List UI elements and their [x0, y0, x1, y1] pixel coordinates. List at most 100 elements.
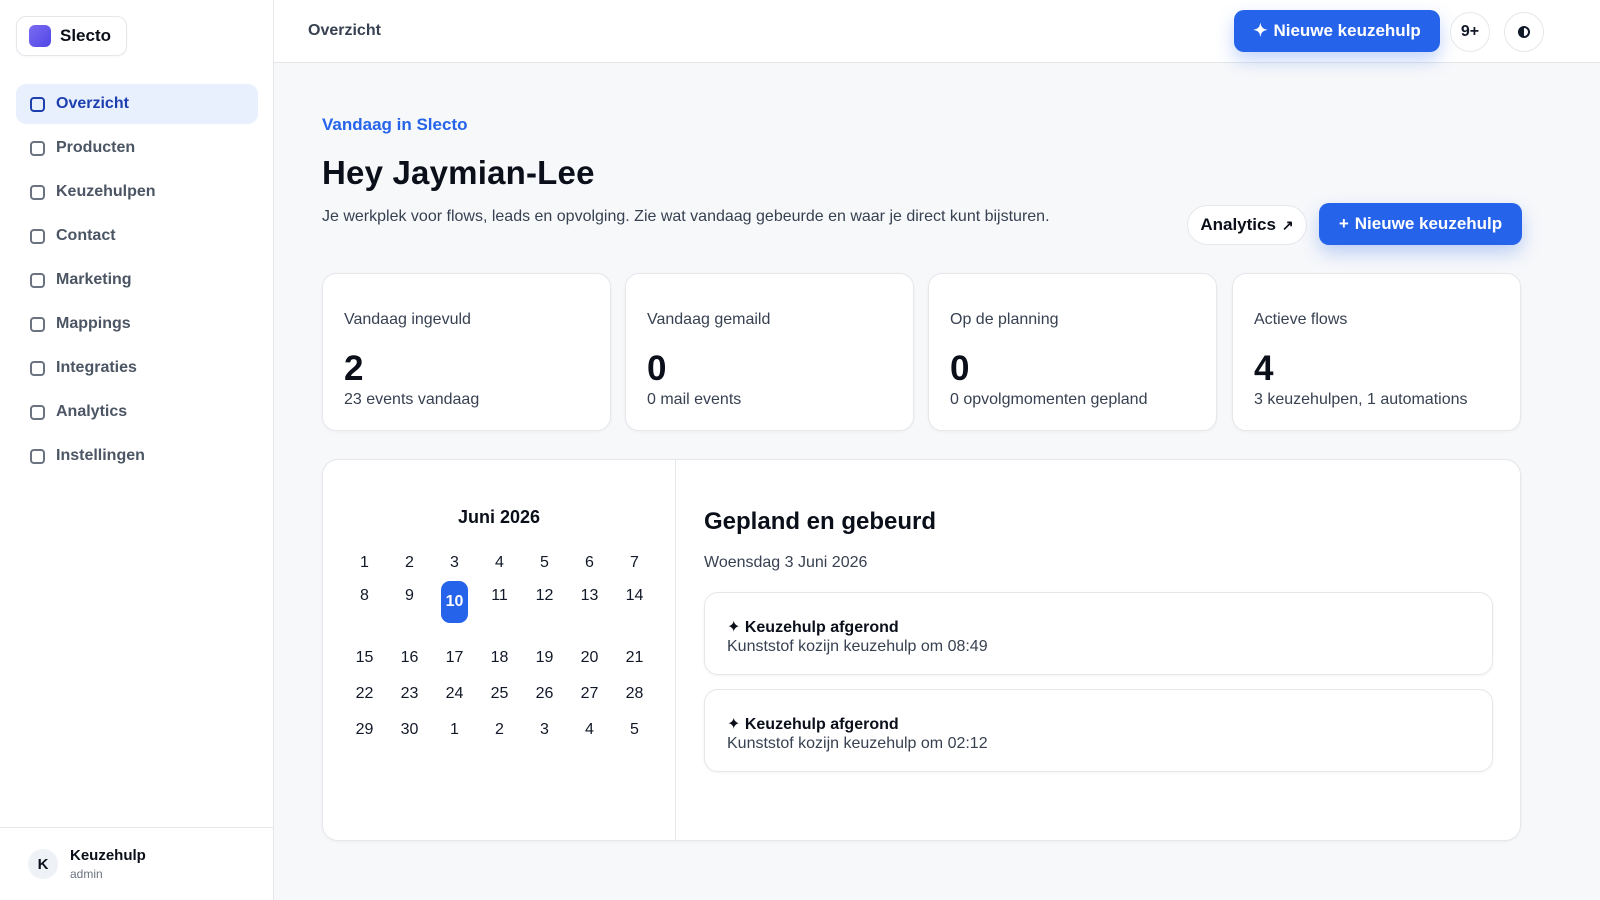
calendar-day[interactable]: 16 — [387, 649, 432, 667]
calendar-events-panel: Juni 2026 1 2 3 4 5 6 7 8 9 10 11 12 13 … — [322, 459, 1521, 841]
calendar-week: 29 30 1 2 3 4 5 — [342, 712, 657, 748]
stat-value: 0 — [950, 349, 970, 388]
calendar-month-title: Juni 2026 — [457, 507, 541, 527]
stat-label: Actieve flows — [1254, 311, 1348, 328]
calendar-day[interactable]: 19 — [522, 649, 567, 667]
stat-value: 0 — [647, 349, 667, 388]
sidebar-item-marketing[interactable]: Marketing — [16, 260, 258, 300]
calendar-day[interactable]: 17 — [432, 649, 477, 667]
calendar-day[interactable]: 24 — [432, 685, 477, 703]
calendar-day[interactable]: 21 — [612, 649, 657, 667]
analytics-button[interactable]: Analytics ↗ — [1187, 205, 1307, 245]
stat-subtext: 23 events vandaag — [344, 391, 480, 408]
calendar-day[interactable]: 13 — [567, 587, 612, 605]
square-icon — [30, 184, 45, 200]
sidebar-item-integraties[interactable]: Integraties — [16, 348, 258, 388]
sidebar-item-label: Instellingen — [56, 447, 145, 464]
sidebar-nav: Overzicht Producten Keuzehulpen Contact … — [16, 84, 258, 480]
intro-text: Je werkplek voor flows, leads en opvolgi… — [322, 208, 1050, 225]
calendar-day[interactable]: 15 — [342, 649, 387, 667]
sidebar-item-analytics[interactable]: Analytics — [16, 392, 258, 432]
sidebar-item-label: Integraties — [56, 359, 137, 376]
calendar-day[interactable]: 9 — [387, 587, 432, 605]
calendar-day[interactable]: 14 — [612, 587, 657, 605]
calendar-day[interactable]: 18 — [477, 649, 522, 667]
stat-label: Op de planning — [950, 311, 1059, 328]
hero-new-keuzehulp-button[interactable]: + Nieuwe keuzehulp — [1319, 203, 1522, 245]
calendar-day[interactable]: 28 — [612, 685, 657, 703]
calendar-day[interactable]: 27 — [567, 685, 612, 703]
calendar-day[interactable]: 25 — [477, 685, 522, 703]
calendar-day[interactable]: 3 — [432, 554, 477, 572]
user-name: Keuzehulp — [70, 847, 146, 864]
sidebar-item-label: Mappings — [56, 315, 131, 332]
stats-row: Vandaag ingevuld 2 23 events vandaag Van… — [322, 273, 1521, 431]
calendar-week: 15 16 17 18 19 20 21 — [342, 640, 657, 676]
sidebar-item-label: Producten — [56, 139, 136, 156]
stat-label: Vandaag ingevuld — [344, 311, 471, 328]
user-role: admin — [70, 867, 103, 881]
sidebar-item-contact[interactable]: Contact — [16, 216, 258, 256]
sidebar-item-overzicht[interactable]: Overzicht — [16, 84, 258, 124]
calendar-day[interactable]: 2 — [477, 721, 522, 739]
calendar-day[interactable]: 1 — [342, 554, 387, 572]
stat-value: 2 — [344, 349, 364, 388]
calendar-week: 22 23 24 25 26 27 28 — [342, 676, 657, 712]
event-card[interactable]: ✦ Keuzehulp afgerond Kunststof kozijn ke… — [704, 592, 1493, 675]
calendar-day[interactable]: 20 — [567, 649, 612, 667]
sidebar-item-instellingen[interactable]: Instellingen — [16, 436, 258, 476]
event-description: Kunststof kozijn keuzehulp om 08:49 — [727, 638, 988, 655]
event-title: ✦ Keuzehulp afgerond — [727, 619, 899, 636]
sparkle-icon: ✦ — [1253, 21, 1268, 40]
external-arrow-icon: ↗ — [1281, 216, 1294, 233]
stat-label: Vandaag gemaild — [647, 311, 771, 328]
stat-card-planning: Op de planning 0 0 opvolgmomenten geplan… — [928, 273, 1217, 431]
user-profile[interactable]: K Keuzehulp admin — [0, 827, 273, 900]
topbar: Overzicht ✦ Nieuwe keuzehulp 9+ — [274, 0, 1600, 63]
stat-subtext: 0 opvolgmomenten gepland — [950, 391, 1148, 408]
square-icon — [30, 448, 45, 464]
calendar-day-selected[interactable]: 10 — [441, 581, 468, 623]
greeting-heading: Hey Jaymian-Lee — [322, 154, 595, 191]
calendar-day[interactable]: 3 — [522, 721, 567, 739]
new-keuzehulp-button[interactable]: ✦ Nieuwe keuzehulp — [1234, 10, 1440, 52]
stat-subtext: 3 keuzehulpen, 1 automations — [1254, 391, 1468, 408]
stat-value: 4 — [1254, 349, 1274, 388]
calendar-day[interactable]: 26 — [522, 685, 567, 703]
calendar-day[interactable]: 29 — [342, 721, 387, 739]
calendar-day[interactable]: 8 — [342, 587, 387, 605]
events-heading: Gepland en gebeurd — [704, 508, 937, 535]
sidebar-item-mappings[interactable]: Mappings — [16, 304, 258, 344]
sidebar-item-label: Marketing — [56, 271, 132, 288]
sidebar-item-label: Keuzehulpen — [56, 183, 156, 200]
new-keuzehulp-label: Nieuwe keuzehulp — [1273, 21, 1421, 40]
calendar-day[interactable]: 4 — [567, 721, 612, 739]
event-card[interactable]: ✦ Keuzehulp afgerond Kunststof kozijn ke… — [704, 689, 1493, 772]
sidebar-item-keuzehulpen[interactable]: Keuzehulpen — [16, 172, 258, 212]
calendar-day[interactable]: 4 — [477, 554, 522, 572]
brand-logo-button[interactable]: Slecto — [16, 16, 127, 56]
sidebar-item-label: Overzicht — [56, 95, 129, 112]
sidebar-item-producten[interactable]: Producten — [16, 128, 258, 168]
theme-toggle-button[interactable] — [1504, 12, 1544, 52]
calendar-day[interactable]: 30 — [387, 721, 432, 739]
calendar-day[interactable]: 5 — [612, 721, 657, 739]
calendar-day[interactable]: 23 — [387, 685, 432, 703]
panel-divider — [675, 460, 676, 840]
calendar-day[interactable]: 7 — [612, 554, 657, 572]
calendar-week: 8 9 10 11 12 13 14 — [342, 581, 657, 640]
calendar-day[interactable]: 22 — [342, 685, 387, 703]
event-title: ✦ Keuzehulp afgerond — [727, 716, 899, 733]
calendar-day[interactable]: 11 — [477, 587, 522, 605]
notifications-button[interactable]: 9+ — [1450, 12, 1490, 52]
events-date: Woensdag 3 Juni 2026 — [704, 554, 868, 571]
calendar-day[interactable]: 12 — [522, 587, 567, 605]
calendar-day[interactable]: 5 — [522, 554, 567, 572]
square-icon — [30, 96, 45, 112]
slecto-logo-icon — [29, 25, 51, 47]
calendar-day[interactable]: 6 — [567, 554, 612, 572]
analytics-label: Analytics — [1200, 215, 1276, 234]
stat-card-flows: Actieve flows 4 3 keuzehulpen, 1 automat… — [1232, 273, 1521, 431]
calendar-day[interactable]: 2 — [387, 554, 432, 572]
calendar-day[interactable]: 1 — [432, 721, 477, 739]
